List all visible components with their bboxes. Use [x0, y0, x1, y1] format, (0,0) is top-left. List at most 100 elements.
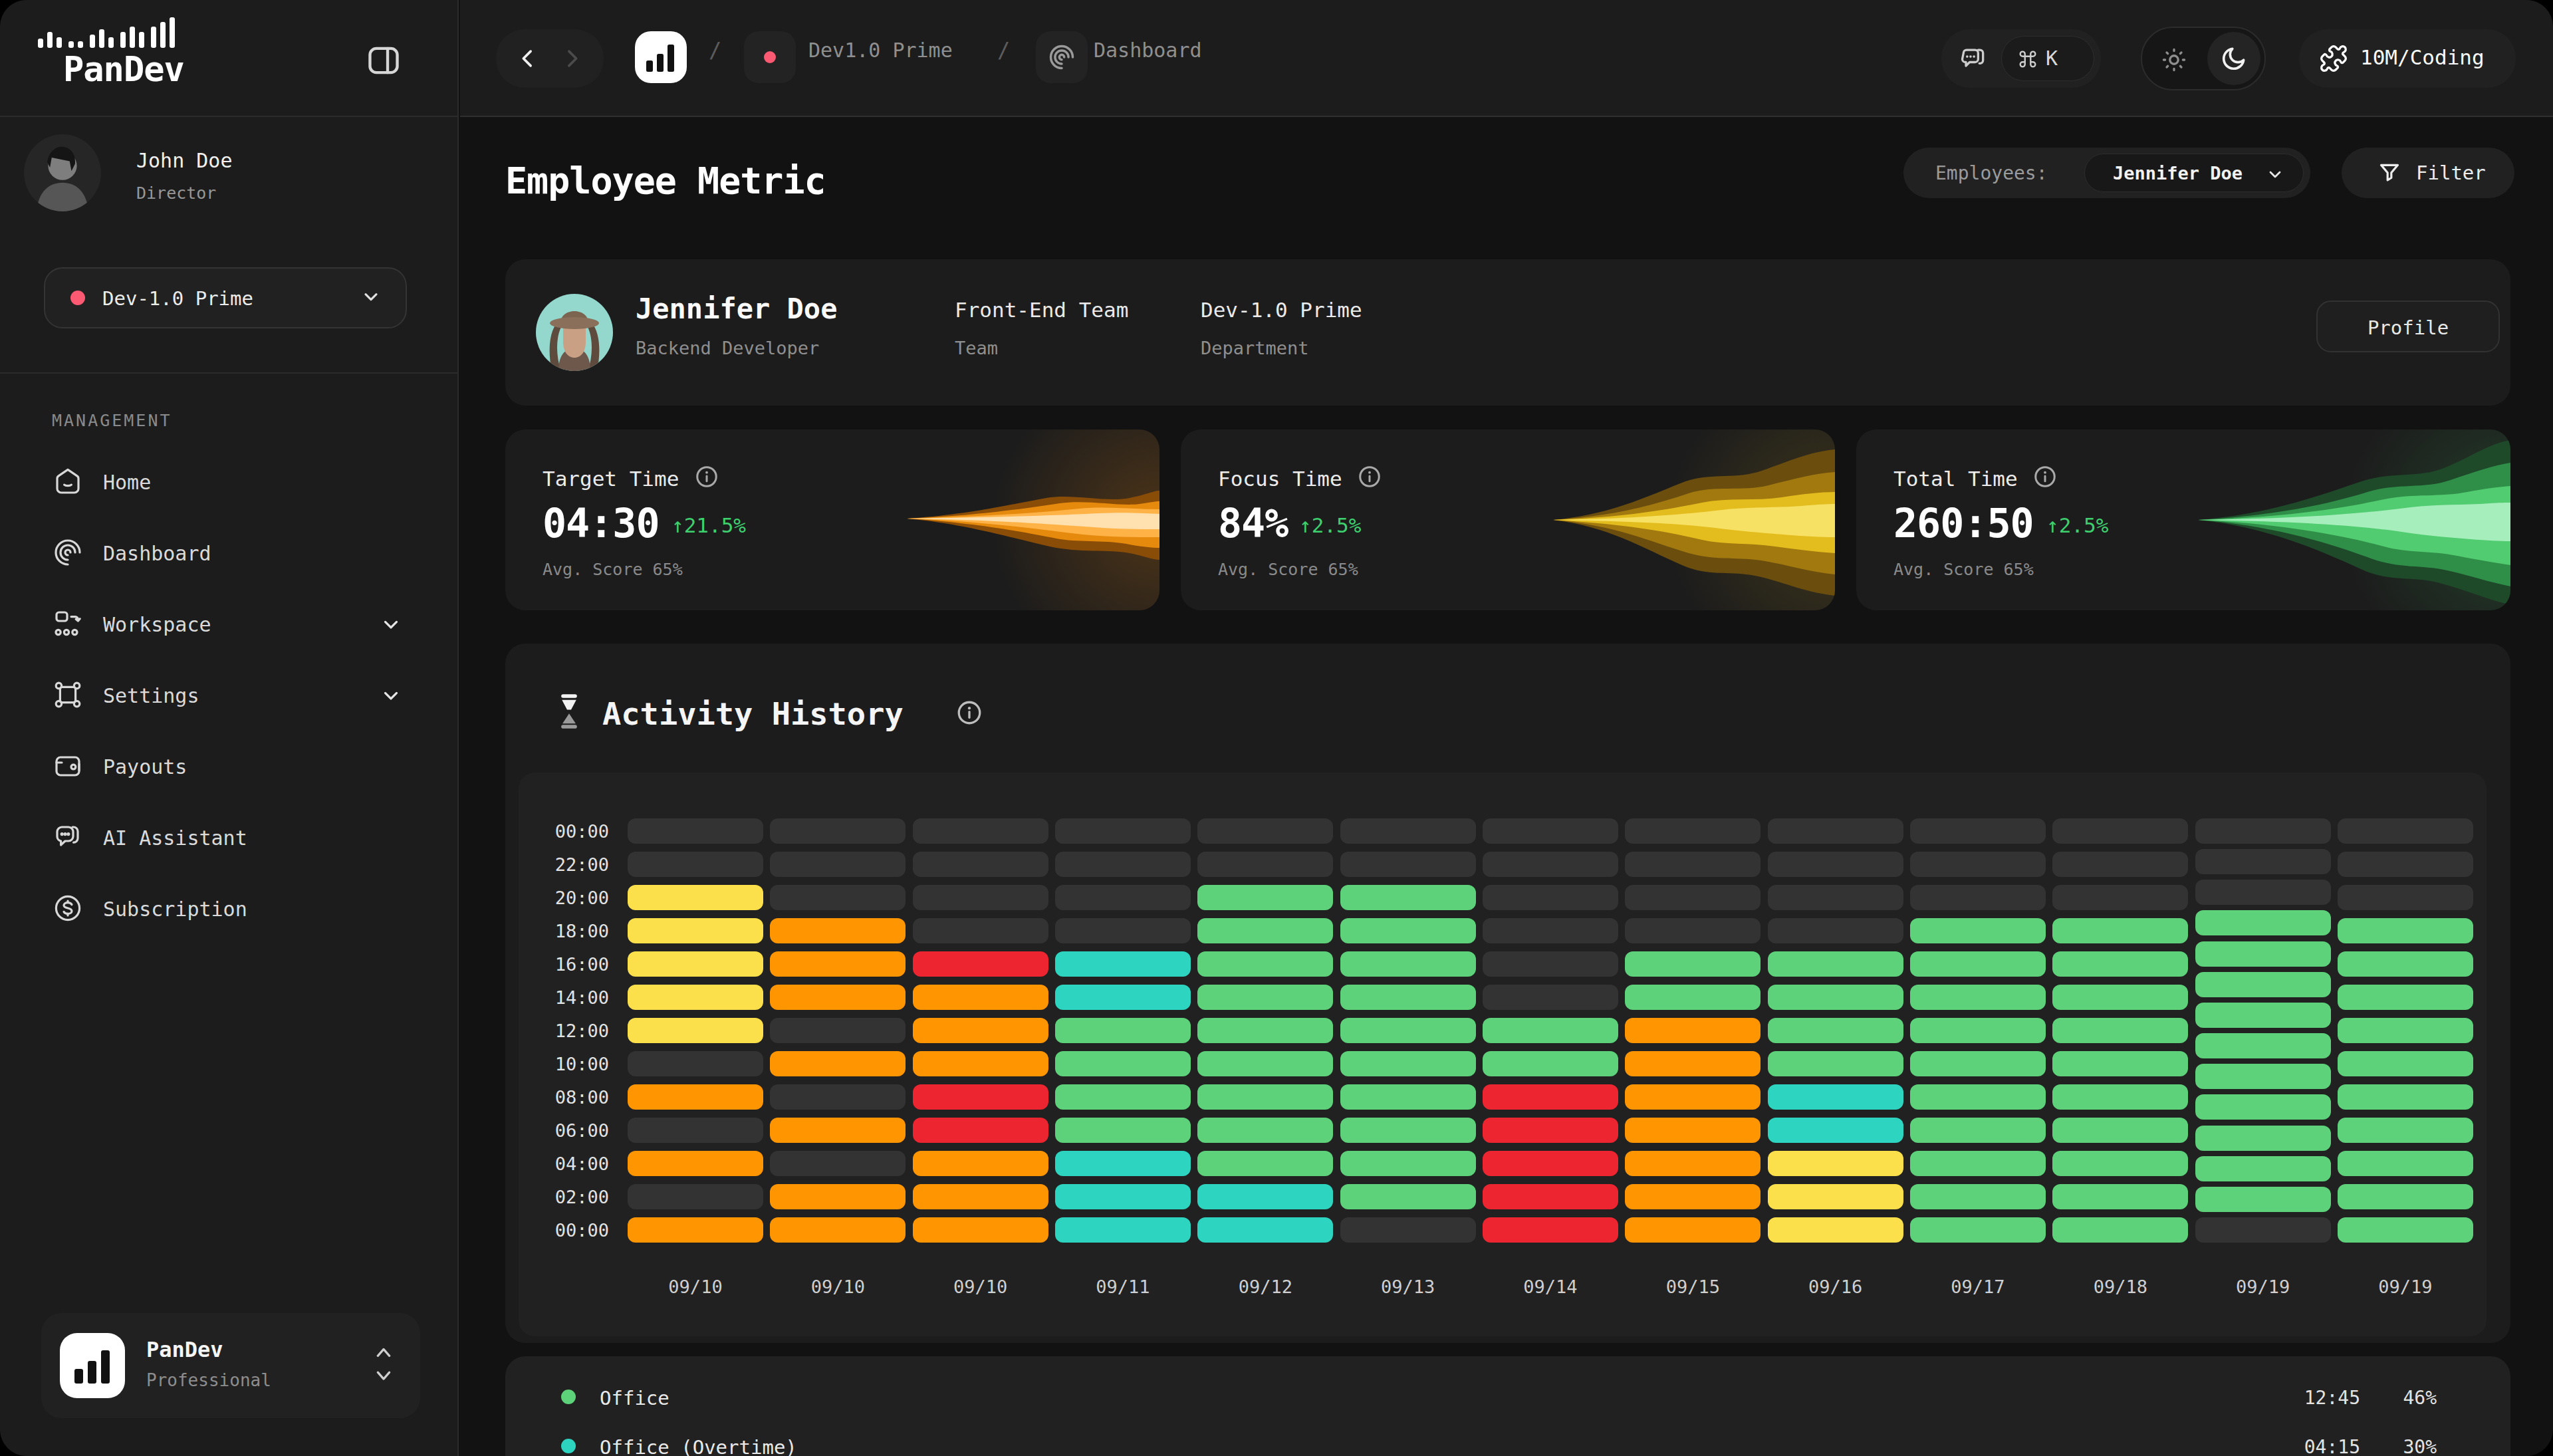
- org-card[interactable]: PanDev Professional: [41, 1313, 420, 1418]
- heatmap-cell[interactable]: [2338, 1151, 2473, 1176]
- heatmap-cell[interactable]: [2338, 985, 2473, 1010]
- heatmap-cell[interactable]: [2338, 1018, 2473, 1043]
- heatmap-cell[interactable]: [1340, 885, 1476, 910]
- heatmap-cell[interactable]: [1340, 1151, 1476, 1176]
- heatmap-cell[interactable]: [1197, 1051, 1333, 1076]
- heatmap-cell[interactable]: [1197, 885, 1333, 910]
- heatmap-cell[interactable]: [1625, 1084, 1761, 1110]
- heatmap-cell[interactable]: [913, 951, 1048, 977]
- heatmap-cell[interactable]: [770, 1151, 906, 1176]
- heatmap-cell[interactable]: [913, 818, 1048, 844]
- info-icon[interactable]: [1357, 464, 1382, 489]
- heatmap-cell[interactable]: [2052, 1118, 2188, 1143]
- info-icon[interactable]: [2032, 464, 2058, 489]
- heatmap-cell[interactable]: [770, 1184, 906, 1209]
- sidebar-item-subscription[interactable]: Subscription: [20, 876, 439, 940]
- heatmap-cell[interactable]: [1483, 1084, 1618, 1110]
- heatmap-cell[interactable]: [1055, 985, 1191, 1010]
- heatmap-cell[interactable]: [1910, 951, 2046, 977]
- heatmap-cell[interactable]: [1340, 1217, 1476, 1243]
- forward-icon[interactable]: [558, 45, 585, 72]
- heatmap-cell[interactable]: [1055, 818, 1191, 844]
- heatmap-cell[interactable]: [1910, 1151, 2046, 1176]
- sidebar-collapse-icon[interactable]: [364, 41, 403, 80]
- heatmap-cell[interactable]: [1055, 885, 1191, 910]
- heatmap-cell[interactable]: [913, 918, 1048, 943]
- heatmap-cell[interactable]: [1910, 1051, 2046, 1076]
- heatmap-cell[interactable]: [770, 885, 906, 910]
- heatmap-cell[interactable]: [1625, 1217, 1761, 1243]
- heatmap-cell[interactable]: [1197, 985, 1333, 1010]
- heatmap-cell[interactable]: [628, 885, 763, 910]
- heatmap-cell[interactable]: [1055, 1118, 1191, 1143]
- heatmap-cell[interactable]: [628, 1217, 763, 1243]
- heatmap-cell[interactable]: [770, 918, 906, 943]
- heatmap-cell[interactable]: [1625, 818, 1761, 844]
- info-icon[interactable]: [694, 464, 719, 489]
- heatmap-cell[interactable]: [2338, 1118, 2473, 1143]
- heatmap-cell[interactable]: [2052, 1018, 2188, 1043]
- back-icon[interactable]: [515, 45, 541, 72]
- heatmap-cell[interactable]: [1483, 1184, 1618, 1209]
- heatmap-cell[interactable]: [2052, 1151, 2188, 1176]
- heatmap-cell[interactable]: [1625, 852, 1761, 877]
- heatmap-cell[interactable]: [1340, 852, 1476, 877]
- heatmap-cell[interactable]: [1910, 1018, 2046, 1043]
- heatmap-cell[interactable]: [1055, 1217, 1191, 1243]
- heatmap-cell[interactable]: [2052, 818, 2188, 844]
- heatmap-cell[interactable]: [1768, 885, 1903, 910]
- heatmap-cell[interactable]: [770, 1118, 906, 1143]
- heatmap-cell[interactable]: [913, 1118, 1048, 1143]
- heatmap-cell[interactable]: [770, 1051, 906, 1076]
- heatmap-cell[interactable]: [913, 1184, 1048, 1209]
- heatmap-cell[interactable]: [1910, 818, 2046, 844]
- heatmap-cell[interactable]: [1197, 818, 1333, 844]
- heatmap-cell[interactable]: [1055, 1084, 1191, 1110]
- heatmap-cell[interactable]: [2338, 852, 2473, 877]
- heatmap-cell[interactable]: [1340, 1018, 1476, 1043]
- sidebar-item-ai-assistant[interactable]: AI Assistant: [20, 805, 439, 869]
- heatmap-cell[interactable]: [1055, 1051, 1191, 1076]
- heatmap-cell[interactable]: [1197, 1217, 1333, 1243]
- heatmap-cell[interactable]: [1768, 1051, 1903, 1076]
- sidebar-item-workspace[interactable]: Workspace: [20, 592, 439, 656]
- heatmap-cell[interactable]: [1483, 1051, 1618, 1076]
- heatmap-cell[interactable]: [1055, 951, 1191, 977]
- heatmap-cell[interactable]: [1197, 918, 1333, 943]
- team-selector[interactable]: Dev-1.0 Prime: [44, 267, 407, 328]
- heatmap-cell[interactable]: [1768, 985, 1903, 1010]
- heatmap-cell[interactable]: [628, 1151, 763, 1176]
- heatmap-cell[interactable]: [1910, 852, 2046, 877]
- heatmap-cell[interactable]: [1197, 1018, 1333, 1043]
- heatmap-cell[interactable]: [1768, 1184, 1903, 1209]
- heatmap-cell[interactable]: [1483, 885, 1618, 910]
- heatmap-cell[interactable]: [628, 1084, 763, 1110]
- heatmap-cell[interactable]: [1768, 1084, 1903, 1110]
- heatmap-cell[interactable]: [1340, 1084, 1476, 1110]
- heatmap-cell[interactable]: [1483, 852, 1618, 877]
- heatmap-cell[interactable]: [2338, 1217, 2473, 1243]
- heatmap-cell[interactable]: [2338, 818, 2473, 844]
- heatmap-cell[interactable]: [770, 1217, 906, 1243]
- heatmap-cell[interactable]: [2338, 1184, 2473, 1209]
- sidebar-item-payouts[interactable]: Payouts: [20, 734, 439, 798]
- heatmap-cell[interactable]: [1483, 918, 1618, 943]
- heatmap-cell[interactable]: [1768, 1018, 1903, 1043]
- employee-select-value[interactable]: Jennifer Doe: [2084, 154, 2304, 192]
- heatmap-cell[interactable]: [1625, 1118, 1761, 1143]
- heatmap-cell[interactable]: [628, 918, 763, 943]
- heatmap-cell[interactable]: [1768, 1118, 1903, 1143]
- heatmap-cell[interactable]: [1483, 1018, 1618, 1043]
- heatmap-cell[interactable]: [1197, 1118, 1333, 1143]
- heatmap-cell[interactable]: [628, 1051, 763, 1076]
- heatmap-cell[interactable]: [1483, 951, 1618, 977]
- heatmap-cell[interactable]: [2195, 910, 2331, 935]
- heatmap-cell[interactable]: [1055, 1184, 1191, 1209]
- info-icon[interactable]: [955, 698, 984, 727]
- sidebar-item-dashboard[interactable]: Dashboard: [20, 521, 439, 584]
- heatmap-cell[interactable]: [770, 1018, 906, 1043]
- heatmap-cell[interactable]: [2195, 1094, 2331, 1120]
- heatmap-cell[interactable]: [1340, 918, 1476, 943]
- breadcrumb-team-icon[interactable]: [744, 31, 796, 83]
- heatmap-cell[interactable]: [1055, 852, 1191, 877]
